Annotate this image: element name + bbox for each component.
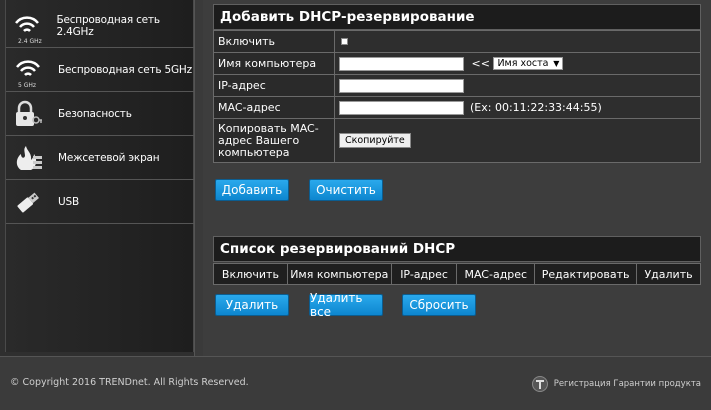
ip-input[interactable] xyxy=(339,78,464,93)
add-button[interactable]: Добавить xyxy=(215,179,289,201)
dhcp-list-title: Список резервирований DHCP xyxy=(213,236,701,262)
sidebar-frame: 2.4 GHz Беспроводная сеть 2.4GHz 5 GHz Б… xyxy=(0,0,202,356)
mac-hint: (Ex: 00:11:22:33:44:55) xyxy=(470,100,602,114)
column-header: Включить xyxy=(213,263,288,285)
trendnet-logo-icon xyxy=(531,376,548,392)
copy-mac-button[interactable]: Скопируйте xyxy=(339,133,411,148)
sidebar-item-label: USB xyxy=(58,196,79,208)
band-label: 2.4 GHz xyxy=(18,37,42,45)
sidebar-item-usb[interactable]: USB xyxy=(6,181,195,224)
column-header: Имя компьютера xyxy=(286,263,392,285)
sidebar-item-firewall[interactable]: Межсетевой экран xyxy=(6,137,195,180)
copy-mac-label: Копировать MAC-адрес Вашего компьютера xyxy=(213,118,335,163)
enable-label: Включить xyxy=(213,30,335,53)
dhcp-list-table: Включить Имя компьютера IP-адрес MAC-адр… xyxy=(213,263,701,285)
sidebar-item-label: Беспроводная сеть 2.4GHz xyxy=(56,14,160,38)
enable-checkbox[interactable] xyxy=(341,38,348,45)
column-header: Удалить xyxy=(636,263,701,285)
mac-label: MAC-адрес xyxy=(213,96,335,119)
firewall-icon xyxy=(6,137,50,180)
column-header: MAC-адрес xyxy=(456,263,536,285)
sidebar-item-wireless-5[interactable]: 5 GHz Беспроводная сеть 5GHz xyxy=(6,49,195,92)
clear-button[interactable]: Очистить xyxy=(309,179,383,201)
dhcp-add-form: Включить Имя компьютера << Имя хоста ▼ IP… xyxy=(213,30,701,163)
column-header: IP-адрес xyxy=(390,263,458,285)
warranty-link[interactable]: Регистрация Гарантии продукта xyxy=(531,375,701,393)
warranty-label: Регистрация Гарантии продукта xyxy=(553,379,701,389)
delete-all-button[interactable]: Удалить все xyxy=(309,291,383,319)
footer: © Copyright 2016 TRENDnet. All Rights Re… xyxy=(0,356,711,410)
sidebar: 2.4 GHz Беспроводная сеть 2.4GHz 5 GHz Б… xyxy=(5,0,195,352)
column-header: Редактировать xyxy=(534,263,638,285)
computer-name-input[interactable] xyxy=(339,56,464,71)
wifi-icon: 2.4 GHz xyxy=(6,5,48,48)
main-panel: Добавить DHCP-резервирование Включить Им… xyxy=(203,0,711,356)
wifi-icon: 5 GHz xyxy=(6,49,50,92)
sidebar-item-label: Беспроводная сеть 5GHz xyxy=(58,64,192,76)
band-label: 5 GHz xyxy=(18,81,37,89)
mac-input[interactable] xyxy=(339,100,464,115)
ip-label: IP-адрес xyxy=(213,74,335,97)
usb-icon xyxy=(6,181,50,224)
delete-button[interactable]: Удалить xyxy=(215,294,289,316)
sidebar-item-wireless-24[interactable]: 2.4 GHz Беспроводная сеть 2.4GHz xyxy=(6,5,195,48)
sidebar-item-security[interactable]: Безопасность xyxy=(6,93,195,136)
copy-hostname-arrow[interactable]: << xyxy=(472,57,490,70)
lock-key-icon xyxy=(6,93,50,136)
copyright-text: © Copyright 2016 TRENDnet. All Rights Re… xyxy=(10,377,249,388)
dropdown-arrow-icon: ▼ xyxy=(553,59,560,68)
table-header-row: Включить Имя компьютера IP-адрес MAC-адр… xyxy=(213,263,701,285)
reset-button[interactable]: Сбросить xyxy=(402,294,476,316)
hostname-select-value: Имя хоста xyxy=(497,58,549,69)
hostname-select[interactable]: Имя хоста ▼ xyxy=(493,57,564,70)
sidebar-item-label: Межсетевой экран xyxy=(58,152,160,164)
sidebar-item-label: Безопасность xyxy=(58,108,132,120)
scrollbar[interactable] xyxy=(194,0,203,356)
dhcp-add-title: Добавить DHCP-резервирование xyxy=(213,4,701,30)
computer-name-label: Имя компьютера xyxy=(213,52,335,75)
